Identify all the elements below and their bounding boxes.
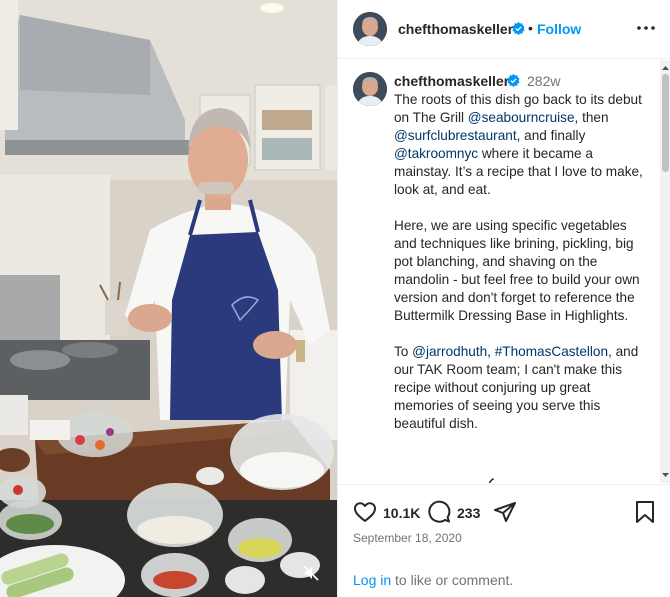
loading-spinner-icon	[488, 477, 506, 483]
comment-icon[interactable]	[427, 500, 451, 524]
comments-section[interactable]: chefthomaskeller 282w The roots of this …	[338, 60, 660, 483]
profile-photo	[353, 72, 387, 106]
mention-link[interactable]: @takroomnyc	[394, 146, 478, 161]
mute-toggle-button[interactable]	[300, 562, 322, 584]
mention-link[interactable]: @surfclubrestaurant	[394, 128, 517, 143]
profile-photo	[353, 12, 387, 46]
post-actions: 10.1K 233 September 18, 2020 Log in to l…	[338, 484, 670, 597]
mention-link[interactable]: @jarrodhuth	[412, 344, 487, 359]
caption-paragraph: To @jarrodhuth, #ThomasCastellon, and ou…	[394, 343, 652, 433]
caption-fragment: ,	[487, 344, 495, 359]
scroll-down-arrow-icon[interactable]	[662, 471, 669, 479]
hashtag-link[interactable]: #ThomasCastellon	[495, 344, 608, 359]
caption-fragment: To	[394, 344, 413, 359]
more-options-icon[interactable]	[634, 18, 658, 38]
verified-badge-icon	[507, 74, 520, 87]
comment-count[interactable]: 233	[457, 505, 480, 521]
caption-paragraph: The roots of this dish go back to its de…	[394, 91, 652, 199]
avatar[interactable]	[353, 12, 387, 46]
caption-username-link[interactable]: chefthomaskeller	[394, 73, 509, 89]
login-prompt: Log in to like or comment.	[353, 572, 513, 588]
post-details-panel: chefthomaskeller • Follow chefthomaskell…	[337, 0, 670, 597]
video-frame	[0, 0, 337, 597]
mention-link[interactable]: @seabourncruise	[468, 110, 575, 125]
post-age[interactable]: 282w	[527, 73, 560, 89]
comments-scrollbar[interactable]	[660, 60, 670, 483]
like-count[interactable]: 10.1K	[383, 505, 420, 521]
follow-button[interactable]: Follow	[537, 21, 581, 37]
heart-icon[interactable]	[353, 500, 377, 524]
caption-fragment: , and finally	[516, 128, 586, 143]
caption-text: The roots of this dish go back to its de…	[394, 91, 652, 451]
verified-badge-icon	[512, 22, 525, 35]
username-link[interactable]: chefthomaskeller	[398, 21, 513, 37]
scrollbar-thumb[interactable]	[662, 74, 669, 172]
separator-dot: •	[528, 20, 533, 36]
post-header: chefthomaskeller • Follow	[338, 0, 670, 59]
bookmark-icon[interactable]	[634, 500, 656, 524]
login-prompt-text: to like or comment.	[391, 572, 514, 588]
post-video[interactable]	[0, 0, 337, 597]
share-icon[interactable]	[493, 500, 517, 524]
login-link[interactable]: Log in	[353, 572, 391, 588]
scroll-up-arrow-icon[interactable]	[662, 64, 669, 72]
post-date: September 18, 2020	[353, 531, 462, 545]
caption-fragment: , then	[574, 110, 609, 125]
caption-avatar[interactable]	[353, 72, 387, 106]
muted-speaker-icon	[303, 565, 319, 581]
caption-paragraph: Here, we are using specific vegetables a…	[394, 218, 640, 323]
